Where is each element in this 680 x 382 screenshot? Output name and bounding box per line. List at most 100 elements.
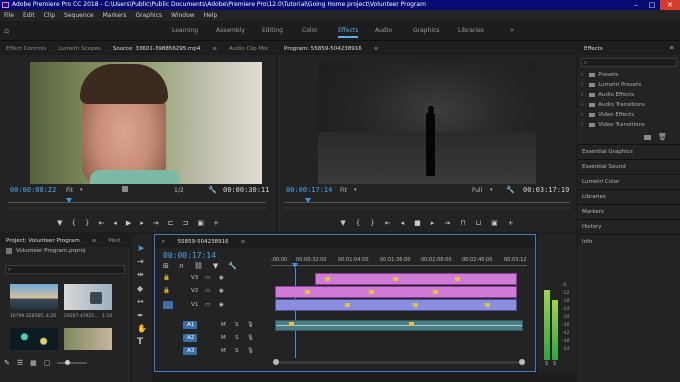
hand-tool-icon[interactable]: ✋ [137, 324, 147, 333]
home-icon[interactable]: ⌂ [4, 26, 9, 35]
settings-wrench-icon[interactable]: 🔧 [228, 262, 237, 270]
sync-lock-icon[interactable]: ▭ [205, 275, 210, 281]
workspace-editing[interactable]: Editing [262, 27, 283, 34]
eye-icon[interactable]: ◉ [219, 302, 224, 308]
menu-sequence[interactable]: Sequence [64, 12, 94, 19]
timeline-horizontal-scrollbar[interactable] [275, 361, 523, 364]
mute-button[interactable]: M [221, 348, 226, 354]
v3-clip[interactable] [315, 273, 517, 285]
tab-project[interactable]: Project: Volunteer Program [0, 238, 86, 244]
workspace-assembly[interactable]: Assembly [216, 27, 245, 34]
workspace-effects[interactable]: Effects [338, 27, 359, 38]
add-button-icon[interactable]: + [213, 219, 219, 227]
mark-out-icon[interactable]: } [370, 219, 374, 227]
add-marker-icon[interactable]: ▼ [57, 219, 62, 227]
source-resolution-select[interactable]: 1/2 [174, 187, 184, 194]
export-frame-icon[interactable]: ▣ [197, 219, 204, 227]
source-timecode-in[interactable]: 00:00:08:22 [10, 186, 56, 194]
effects-folder-video-effects[interactable]: › Video Effects [581, 112, 634, 118]
chevron-down-icon[interactable]: ▾ [80, 187, 83, 193]
wrench-icon[interactable]: 🔧 [506, 186, 515, 194]
tab-media-browser[interactable]: Med [102, 238, 126, 244]
menu-edit[interactable]: Edit [23, 12, 35, 19]
v2-target[interactable]: 🔒 [163, 288, 170, 294]
thumbnail-clip-1[interactable] [10, 284, 58, 310]
panel-essential-graphics[interactable]: Essential Graphics [582, 149, 633, 155]
source-playhead[interactable] [66, 198, 72, 203]
panel-lumetri-color[interactable]: Lumetri Color [582, 179, 619, 185]
source-video-frame[interactable] [30, 62, 262, 184]
panel-menu-icon[interactable]: ≡ [235, 239, 252, 245]
lift-icon[interactable]: ⊓ [460, 219, 465, 227]
go-to-out-icon[interactable]: ⇥ [153, 219, 159, 227]
menu-clip[interactable]: Clip [44, 12, 55, 19]
menu-window[interactable]: Window [171, 12, 195, 19]
solo-left-button[interactable]: S [545, 361, 548, 367]
ripple-edit-tool-icon[interactable]: ⇹ [137, 270, 144, 279]
source-fit-select[interactable]: Fit [66, 187, 73, 194]
source-zoom-scroll[interactable] [8, 207, 266, 210]
go-to-in-icon[interactable]: ⇤ [98, 219, 104, 227]
razor-tool-icon[interactable]: ◆ [137, 284, 143, 293]
thumbnail-clip-2[interactable] [64, 284, 112, 310]
project-search-input[interactable]: ⌕ [5, 265, 125, 274]
eye-icon[interactable]: ◉ [219, 275, 224, 281]
effects-search-input[interactable]: ⌕ [581, 58, 677, 67]
minimize-icon[interactable]: – [628, 0, 644, 10]
track-select-tool-icon[interactable]: ⇥ [137, 257, 144, 266]
close-icon[interactable]: ✕ [660, 0, 680, 10]
v3-target[interactable]: 🔒 [163, 275, 170, 281]
workspace-color[interactable]: Color [302, 27, 318, 34]
tab-sequence[interactable]: 55859-504238916 [172, 239, 235, 245]
zoom-slider-handle[interactable] [65, 360, 71, 365]
program-video-frame[interactable] [318, 62, 536, 184]
step-back-icon[interactable]: ◂ [113, 219, 117, 227]
program-fit-select[interactable]: Fit [340, 187, 347, 194]
program-timecode-in[interactable]: 00:00:17:14 [286, 186, 332, 194]
mark-in-icon[interactable]: { [72, 219, 76, 227]
menu-file[interactable]: File [4, 12, 14, 19]
workspace-graphics[interactable]: Graphics [413, 27, 440, 34]
v1-source-patch[interactable] [163, 301, 173, 309]
stop-icon[interactable]: ■ [414, 219, 421, 227]
effects-folder-presets[interactable]: › Presets [581, 72, 618, 78]
program-time-ruler[interactable] [284, 202, 570, 203]
tab-effect-controls[interactable]: Effect Controls [0, 46, 52, 52]
freeform-view-icon[interactable]: ▢ [44, 359, 51, 367]
effects-folder-video-transitions[interactable]: › Video Transitions [581, 122, 645, 128]
solo-right-button[interactable]: S [553, 361, 556, 367]
workspace-libraries[interactable]: Libraries [458, 27, 484, 34]
eye-icon[interactable]: ◉ [219, 288, 224, 294]
mark-in-icon[interactable]: { [356, 219, 360, 227]
zoom-slider[interactable] [57, 360, 88, 365]
mute-button[interactable]: M [221, 335, 226, 341]
menu-markers[interactable]: Markers [103, 12, 127, 19]
timeline-timecode[interactable]: 00:00:17:14 [163, 251, 216, 260]
thumbnail-clip-3[interactable] [10, 328, 58, 350]
slip-tool-icon[interactable]: ↔ [137, 297, 144, 306]
add-marker-icon[interactable]: ▼ [340, 219, 345, 227]
effects-folder-audio-effects[interactable]: › Audio Effects [581, 92, 634, 98]
export-frame-icon[interactable]: ▣ [491, 219, 498, 227]
delete-icon[interactable]: 🗑 [658, 133, 667, 141]
close-tab-icon[interactable]: × [155, 239, 172, 245]
chevron-down-icon[interactable]: ▾ [354, 187, 357, 193]
icon-view-icon[interactable]: ▦ [30, 359, 37, 367]
step-forward-icon[interactable]: ▸ [431, 219, 435, 227]
sync-lock-icon[interactable]: ▭ [205, 288, 210, 294]
extract-icon[interactable]: ⊔ [476, 219, 481, 227]
program-playhead[interactable] [305, 198, 311, 203]
a1-audio-clip[interactable] [275, 320, 523, 331]
overwrite-icon[interactable]: ⊐ [183, 219, 189, 227]
mute-button[interactable]: M [221, 322, 226, 328]
program-zoom-scroll[interactable] [284, 207, 570, 210]
menu-graphics[interactable]: Graphics [136, 12, 163, 19]
tab-audio-clip-mixer[interactable]: Audio Clip Mix [223, 46, 274, 52]
edit-icon[interactable]: ✎ [4, 359, 10, 367]
go-to-out-icon[interactable]: ⇥ [444, 219, 450, 227]
panel-menu-icon[interactable]: ≡ [206, 46, 223, 52]
source-time-ruler[interactable] [8, 202, 266, 203]
panel-menu-icon[interactable]: ≡ [368, 46, 385, 52]
tab-lumetri-scopes[interactable]: Lumetri Scopes [52, 46, 107, 52]
marker-icon[interactable] [122, 186, 128, 192]
